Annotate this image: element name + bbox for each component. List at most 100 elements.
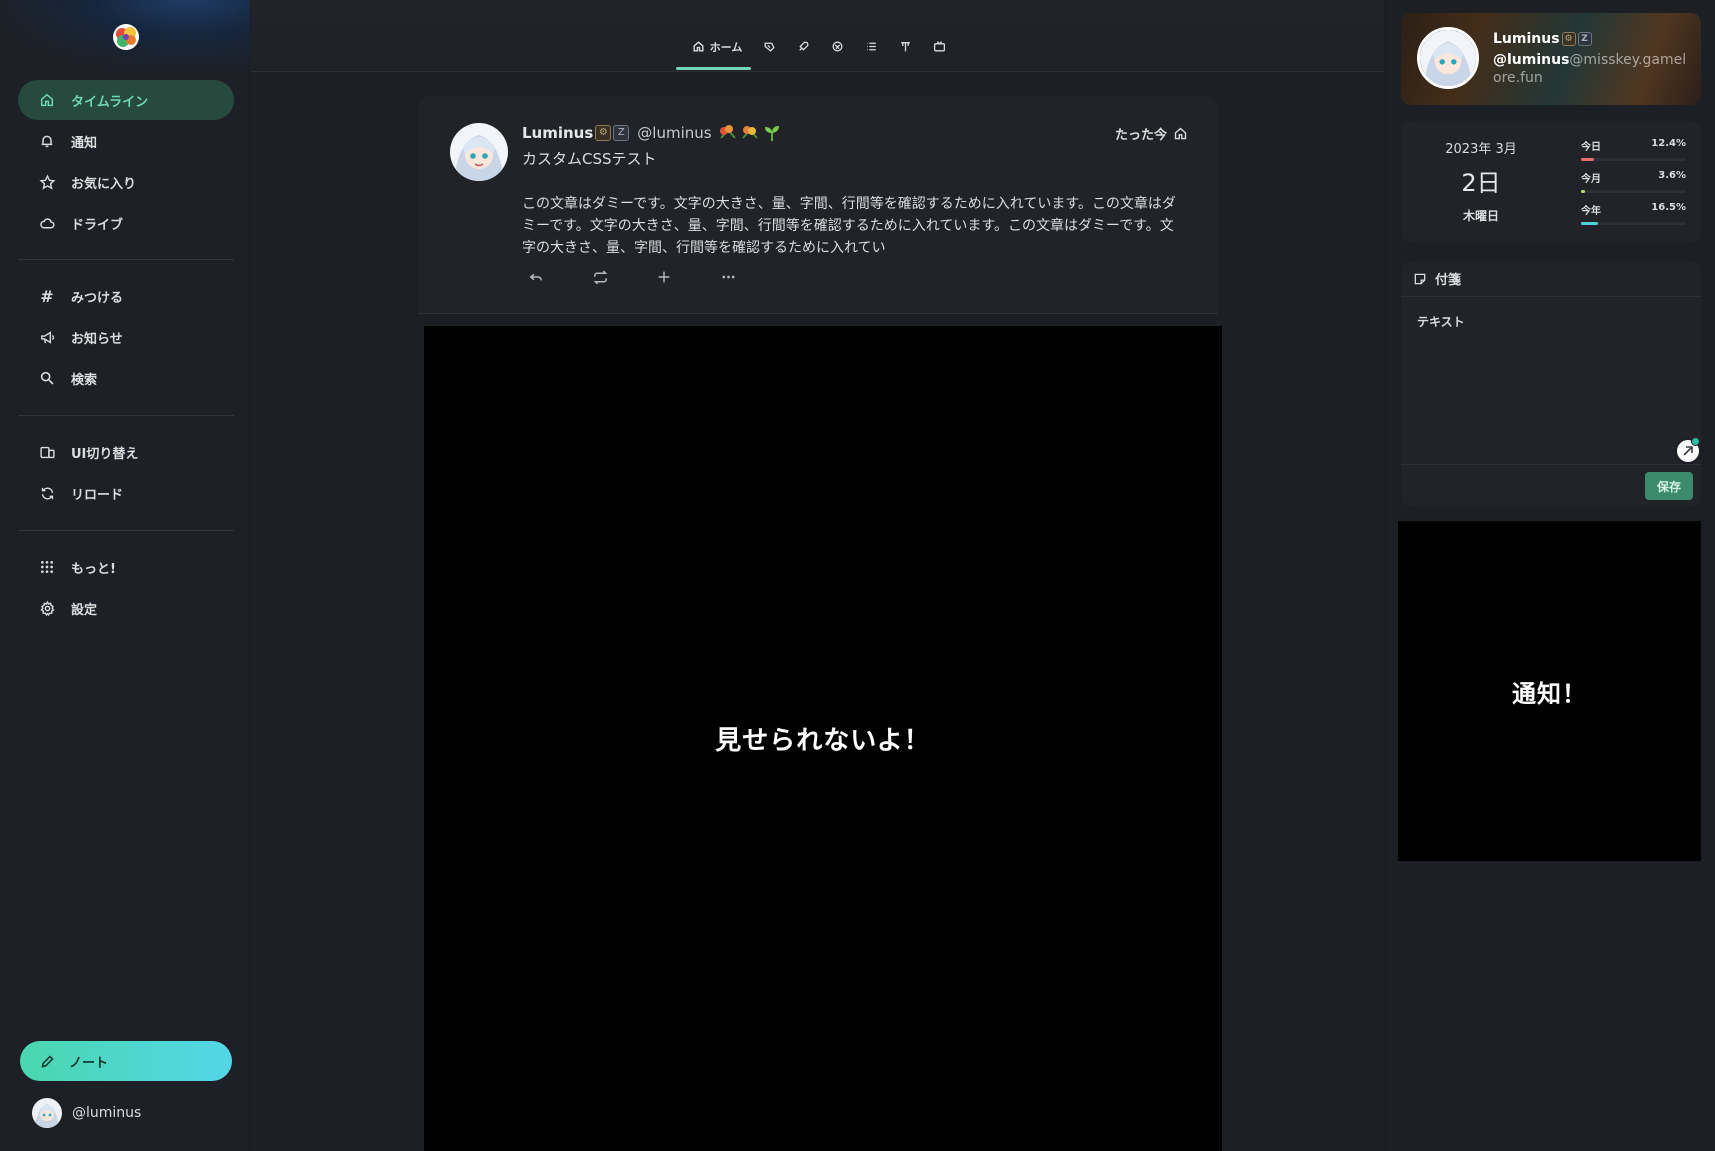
avatar[interactable] bbox=[450, 123, 508, 181]
progress-year: 今年 16.5% bbox=[1581, 202, 1686, 225]
badge-icon: Z bbox=[613, 125, 630, 141]
sidebar-item-label: もっと! bbox=[71, 561, 116, 577]
sidebar-divider bbox=[18, 530, 234, 531]
progress-today: 今日 12.4% bbox=[1581, 138, 1686, 161]
refresh-icon bbox=[38, 484, 56, 502]
flower-emoji-icon bbox=[719, 125, 736, 139]
left-sidebar: タイムライン 通知 お気に入り ドライブ # みつける お知らせ 検索 UI切り… bbox=[0, 0, 250, 1151]
tab-antenna[interactable] bbox=[891, 21, 919, 72]
progress-track bbox=[1581, 158, 1686, 161]
badge-icon: ⚙ bbox=[595, 125, 612, 141]
progress-value: 12.4% bbox=[1651, 138, 1686, 149]
top-strip bbox=[251, 0, 1384, 21]
profile-name: Luminus ⚙ Z bbox=[1493, 31, 1592, 47]
notification-overlay: 通知！ bbox=[1398, 521, 1701, 861]
bell-icon bbox=[38, 132, 56, 150]
renote-button[interactable] bbox=[586, 265, 650, 289]
save-button[interactable]: 保存 bbox=[1645, 472, 1693, 500]
avatar bbox=[1417, 27, 1479, 89]
calendar-year-month: 2023年 3月 bbox=[1445, 142, 1517, 157]
progress-fill bbox=[1581, 222, 1599, 225]
progress-track bbox=[1581, 190, 1686, 193]
sticky-note-title: 付箋 bbox=[1435, 273, 1462, 288]
tab-home-label: ホーム bbox=[709, 40, 743, 54]
calendar-weekday: 木曜日 bbox=[1462, 209, 1499, 223]
device-switch-icon bbox=[38, 443, 56, 461]
local-icon bbox=[763, 40, 776, 53]
tab-list[interactable] bbox=[857, 21, 885, 72]
progress-fill bbox=[1581, 190, 1585, 193]
tab-social[interactable] bbox=[789, 21, 817, 72]
sidebar-item-favorites[interactable]: お気に入り bbox=[18, 162, 234, 202]
note-actions bbox=[522, 265, 778, 289]
reply-button[interactable] bbox=[522, 265, 586, 289]
progress-label: 今日 bbox=[1581, 142, 1601, 153]
home-icon bbox=[692, 40, 705, 53]
note-timestamp[interactable]: たった今 bbox=[1115, 124, 1188, 143]
note-card: Luminus ⚙ Z @luminus たった今 カスタムCSSテスト この文… bbox=[418, 96, 1218, 314]
tab-home[interactable]: ホーム bbox=[685, 21, 749, 72]
calendar-day: 2日 bbox=[1461, 169, 1501, 197]
sidebar-divider bbox=[18, 415, 234, 416]
cloud-icon bbox=[38, 214, 56, 232]
sticky-note-widget: 付箋 テキスト 保存 bbox=[1401, 261, 1701, 507]
progress-value: 3.6% bbox=[1658, 170, 1686, 181]
post-note-button[interactable]: ノート bbox=[20, 1041, 232, 1081]
sprout-emoji-icon bbox=[764, 126, 779, 141]
calendar-widget: 2023年 3月 2日 木曜日 今日 12.4% 今月 3.6% 今年 16.5% bbox=[1401, 121, 1701, 243]
more-options-button[interactable] bbox=[714, 265, 778, 289]
note-content-warning: カスタムCSSテスト bbox=[522, 150, 657, 168]
sticky-note-textarea[interactable]: テキスト bbox=[1417, 313, 1465, 330]
sidebar-item-reload[interactable]: リロード bbox=[18, 473, 234, 513]
progress-fill bbox=[1581, 158, 1595, 161]
sidebar-item-label: 通知 bbox=[71, 135, 98, 151]
note-author-name[interactable]: Luminus bbox=[522, 124, 593, 142]
custom-emoji-group bbox=[718, 124, 782, 142]
profile-handle-user: @luminus bbox=[1493, 52, 1570, 68]
progress-label: 今年 bbox=[1581, 206, 1601, 217]
note-time-label: たった今 bbox=[1114, 128, 1167, 143]
list-icon bbox=[865, 40, 878, 53]
progress-month: 今月 3.6% bbox=[1581, 170, 1686, 193]
sidebar-item-label: お知らせ bbox=[71, 331, 123, 347]
profile-name-text: Luminus bbox=[1493, 31, 1560, 47]
note-author-username[interactable]: @luminus bbox=[637, 124, 711, 142]
status-dot bbox=[1691, 437, 1700, 446]
sticky-note-header: 付箋 bbox=[1401, 261, 1701, 297]
note-icon bbox=[1413, 272, 1427, 286]
avatar bbox=[32, 1098, 62, 1128]
note-header: Luminus ⚙ Z @luminus bbox=[522, 124, 782, 142]
sidebar-item-label: みつける bbox=[71, 290, 124, 306]
grid-dots-icon bbox=[38, 558, 56, 576]
sidebar-item-ui-switch[interactable]: UI切り替え bbox=[18, 432, 234, 472]
sidebar-item-explore[interactable]: # みつける bbox=[18, 276, 234, 316]
sidebar-item-timeline[interactable]: タイムライン bbox=[18, 80, 234, 120]
channel-icon bbox=[933, 40, 946, 53]
timeline-tab-bar: ホーム bbox=[251, 21, 1384, 72]
sidebar-item-label: お気に入り bbox=[71, 176, 137, 192]
sidebar-item-more[interactable]: もっと! bbox=[18, 547, 234, 587]
progress-value: 16.5% bbox=[1651, 202, 1686, 213]
visibility-home-icon bbox=[1173, 126, 1188, 141]
sidebar-item-notifications[interactable]: 通知 bbox=[18, 121, 234, 161]
sidebar-item-search[interactable]: 検索 bbox=[18, 358, 234, 398]
progress-label: 今月 bbox=[1581, 174, 1601, 185]
profile-widget[interactable]: Luminus ⚙ Z @luminus@misskey.gamelore.fu… bbox=[1401, 13, 1701, 105]
instance-logo-icon[interactable] bbox=[108, 18, 144, 54]
reaction-button[interactable] bbox=[650, 265, 714, 289]
tab-local[interactable] bbox=[755, 21, 783, 72]
plus-icon bbox=[658, 271, 670, 283]
account-menu[interactable]: @luminus bbox=[32, 1098, 141, 1128]
note-text: この文章はダミーです。文字の大きさ、量、字間、行間等を確認するために入れています… bbox=[522, 196, 1176, 256]
tab-channel[interactable] bbox=[925, 21, 953, 72]
sidebar-item-announcements[interactable]: お知らせ bbox=[18, 317, 234, 357]
tab-global[interactable] bbox=[823, 21, 851, 72]
home-icon bbox=[38, 91, 56, 109]
notification-message: 通知！ bbox=[1512, 679, 1587, 708]
account-handle: @luminus bbox=[72, 1105, 142, 1121]
sidebar-item-settings[interactable]: 設定 bbox=[18, 588, 234, 628]
sidebar-item-drive[interactable]: ドライブ bbox=[18, 203, 234, 243]
badge-icon: Z bbox=[1577, 32, 1592, 46]
antenna-icon bbox=[899, 40, 912, 53]
blocked-content-overlay: 見せられないよ！ bbox=[424, 326, 1222, 1151]
